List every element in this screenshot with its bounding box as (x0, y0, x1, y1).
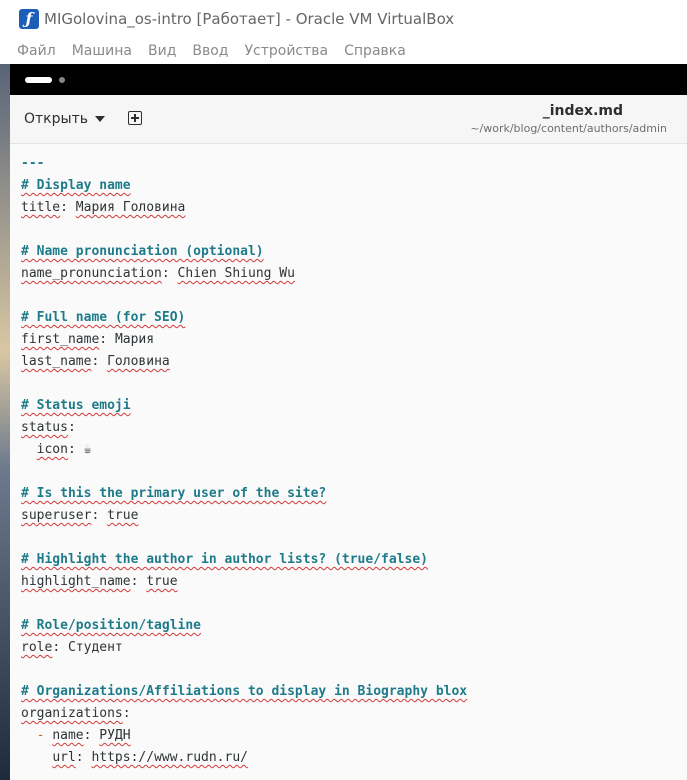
yaml-value: Головина (107, 354, 170, 369)
yaml-key: name (52, 728, 84, 743)
list-marker: - (36, 728, 45, 743)
comment: # Organizations/Affiliations to display … (21, 684, 468, 699)
open-button-label: Открыть (24, 111, 88, 127)
editor-line: # Is this the primary user of the site? (21, 483, 326, 505)
text-editor[interactable]: --- # Display name title: Мария Головина… (10, 144, 687, 780)
document-path: ~/work/blog/content/authors/admin (470, 122, 667, 135)
open-button[interactable]: Открыть (24, 108, 105, 130)
chevron-down-icon (94, 116, 105, 122)
virtualbox-logo-icon: ƒ (19, 9, 39, 29)
menu-file[interactable]: Файл (17, 43, 56, 59)
editor-line: --- (21, 153, 44, 175)
gnome-top-bar (10, 64, 687, 95)
yaml-key: status (21, 420, 68, 435)
menu-machine[interactable]: Машина (72, 43, 132, 59)
document-title: _index.md (542, 103, 623, 119)
editor-line: icon: ☕ (36, 442, 92, 457)
yaml-value: Мария (114, 332, 155, 347)
editor-headerbar: Открыть _index.md ~/work/blog/content/au… (10, 95, 687, 144)
yaml-value: Chien Shiung Wu (177, 266, 295, 281)
editor-line: # Role/position/tagline (21, 615, 201, 637)
editor-line: name_pronunciation: Chien Shiung Wu (21, 266, 295, 281)
workspace-indicator[interactable] (59, 77, 65, 83)
yaml-value: Студент (67, 640, 123, 655)
comment: # Role/position/tagline (21, 618, 202, 633)
window-title: MIGolovina_os-intro [Работает] - Oracle … (44, 10, 455, 28)
title-bar: ƒ MIGolovina_os-intro [Работает] - Oracl… (0, 0, 687, 38)
editor-line: last_name: Головина (21, 354, 170, 369)
editor-line: role: Студент (21, 640, 123, 655)
editor-line: first_name: Мария (21, 332, 155, 347)
editor-line: status: (21, 420, 76, 435)
comment: # Display name (21, 178, 131, 193)
editor-line: # Display name (21, 175, 131, 197)
comment: # Is this the primary user of the site? (21, 486, 327, 501)
yaml-value: ☕ (83, 442, 92, 457)
editor-line: title: Мария Головина (21, 200, 186, 215)
menu-devices[interactable]: Устройства (245, 43, 329, 59)
workspace-indicator-active[interactable] (25, 77, 52, 83)
yaml-key: superuser (21, 508, 92, 523)
yaml-value: true (146, 574, 178, 589)
comment: # Status emoji (21, 398, 131, 413)
virtualbox-window: ƒ MIGolovina_os-intro [Работает] - Oracl… (0, 0, 687, 780)
yaml-value: Мария Головина (75, 200, 186, 215)
editor-line: # Status emoji (21, 395, 131, 417)
guest-screen: Открыть _index.md ~/work/blog/content/au… (10, 64, 687, 780)
yaml-value: https://www.rudn.ru/ (91, 750, 248, 765)
menu-view[interactable]: Вид (148, 43, 176, 59)
new-document-icon[interactable] (128, 111, 142, 125)
menu-bar: Файл Машина Вид Ввод Устройства Справка (0, 38, 687, 64)
editor-line: superuser: true (21, 508, 139, 523)
yaml-delimiter: --- (21, 156, 45, 171)
comment: # Full name (for SEO) (21, 310, 186, 325)
editor-line: # Highlight the author in author lists? … (21, 549, 428, 571)
menu-help[interactable]: Справка (344, 43, 406, 59)
editor-line: # Full name (for SEO) (21, 307, 185, 329)
editor-line: highlight_name: true (21, 574, 178, 589)
yaml-key: title (21, 200, 61, 215)
yaml-key: last_name (21, 354, 92, 369)
editor-line: organizations: (21, 706, 131, 721)
yaml-key: name_pronunciation (21, 266, 162, 281)
yaml-key: icon (36, 442, 68, 457)
yaml-key: organizations (21, 706, 123, 721)
editor-line: # Organizations/Affiliations to display … (21, 681, 467, 703)
yaml-value: true (107, 508, 139, 523)
yaml-key: role (21, 640, 53, 655)
menu-input[interactable]: Ввод (192, 43, 228, 59)
comment: # Name pronunciation (optional) (21, 244, 264, 259)
editor-line: # Name pronunciation (optional) (21, 241, 264, 263)
comment: # Highlight the author in author lists? … (21, 552, 428, 567)
yaml-value: РУДН (99, 728, 131, 743)
editor-line: url: https://www.rudn.ru/ (52, 750, 248, 765)
editor-line: - name: РУДН (36, 728, 131, 743)
yaml-key: url (52, 750, 76, 765)
yaml-key: highlight_name (21, 574, 131, 589)
yaml-key: first_name (21, 332, 100, 347)
